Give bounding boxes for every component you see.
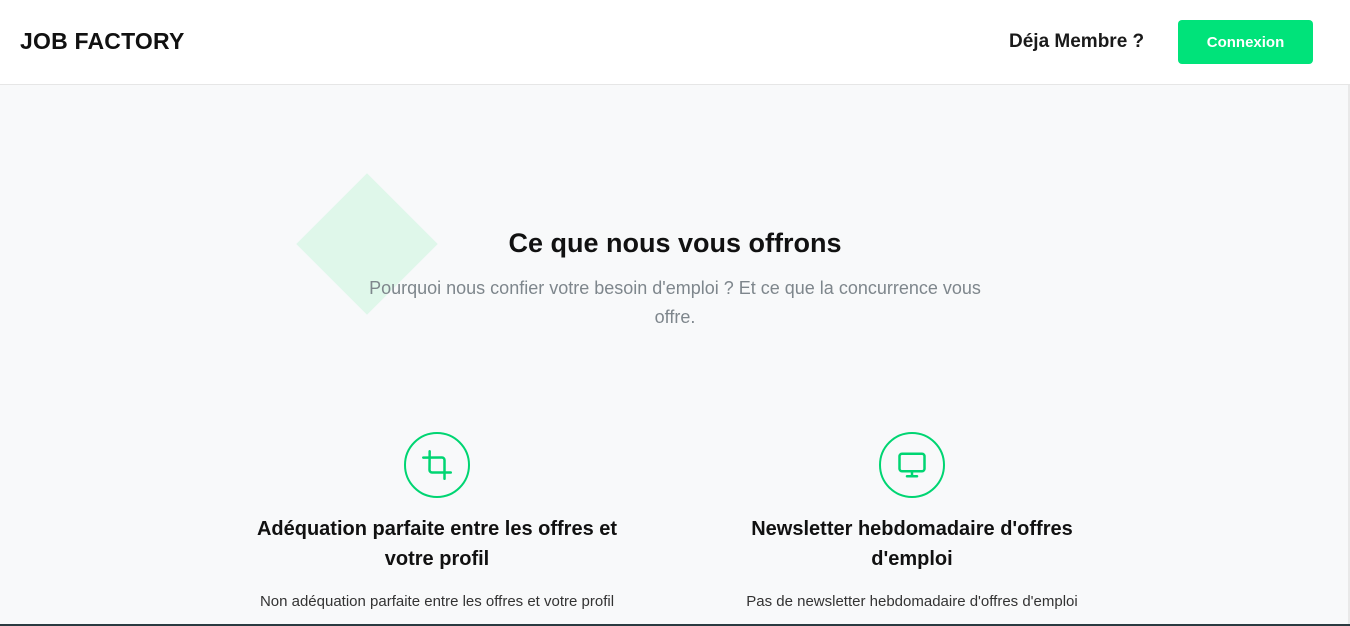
login-button[interactable]: Connexion — [1178, 20, 1313, 64]
monitor-icon — [879, 432, 945, 498]
feature-text-profile-match: Non adéquation parfaite entre les offres… — [259, 593, 615, 610]
feature-text-newsletter: Pas de newsletter hebdomadaire d'offres … — [746, 593, 1078, 610]
member-prompt: Déja Membre ? — [1009, 31, 1145, 52]
feature-title-profile-match: Adéquation parfaite entre les offres et … — [256, 518, 618, 570]
section-title: Ce que nous vous offrons — [508, 228, 842, 258]
brand-logo[interactable]: JOB FACTORY — [20, 28, 185, 55]
section-subtitle: Pourquoi nous confier votre besoin d'emp… — [369, 278, 981, 327]
crop-icon — [404, 432, 470, 498]
top-navbar: JOB FACTORY Déja Membre ? Connexion — [0, 0, 1350, 85]
feature-title-newsletter: Newsletter hebdomadaire d'offres d'emplo… — [751, 518, 1073, 570]
